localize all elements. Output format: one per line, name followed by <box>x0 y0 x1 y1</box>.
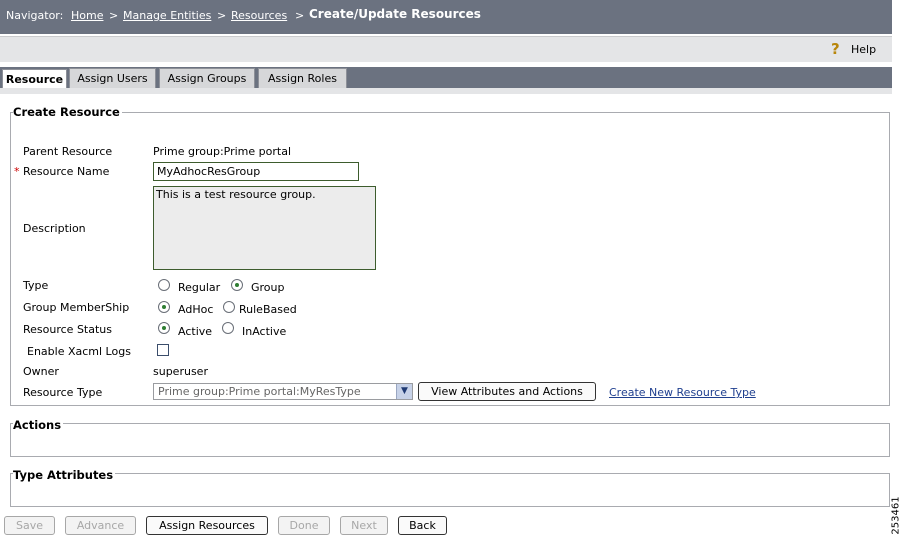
actions-panel <box>10 423 890 457</box>
enable-xacml-label: Enable Xacml Logs <box>27 345 131 358</box>
membership-adhoc-label: AdHoc <box>178 303 214 316</box>
type-label: Type <box>23 279 49 292</box>
status-active-label: Active <box>178 325 213 338</box>
done-button[interactable]: Done <box>278 516 330 535</box>
help-bar: ? Help <box>0 36 892 62</box>
breadcrumb-manage-entities[interactable]: Manage Entities <box>123 9 211 22</box>
create-resource-legend: Create Resource <box>13 105 122 119</box>
type-attributes-legend: Type Attributes <box>13 468 116 482</box>
type-regular-label: Regular <box>178 281 221 294</box>
parent-resource-label: Parent Resource <box>23 145 113 158</box>
tab-assign-groups[interactable]: Assign Groups <box>159 68 255 88</box>
type-group-label: Group <box>251 281 285 294</box>
type-attributes-panel <box>10 473 890 507</box>
next-button[interactable]: Next <box>340 516 388 535</box>
status-inactive-label: InActive <box>242 325 287 338</box>
assign-resources-button[interactable]: Assign Resources <box>146 516 268 535</box>
resource-name-input[interactable]: MyAdhocResGroup <box>153 162 359 181</box>
navigator-bar: Navigator: Home > Manage Entities > Reso… <box>0 0 892 34</box>
description-textarea[interactable]: This is a test resource group. <box>153 186 376 270</box>
type-regular-radio[interactable] <box>158 279 170 291</box>
tab-strip: Resource Assign Users Assign Groups Assi… <box>0 67 892 90</box>
tab-assign-roles[interactable]: Assign Roles <box>258 68 347 88</box>
status-active-radio[interactable] <box>158 322 170 334</box>
resource-type-label: Resource Type <box>23 386 103 399</box>
breadcrumb-resources[interactable]: Resources <box>231 9 287 22</box>
group-membership-label: Group MemberShip <box>23 301 130 314</box>
page-title: Create/Update Resources <box>309 7 481 21</box>
figure-id: 253461 <box>890 496 902 535</box>
breadcrumb-separator: > <box>295 9 305 22</box>
tab-underline <box>0 88 892 94</box>
help-link[interactable]: Help <box>851 43 876 56</box>
create-resource-panel <box>10 112 890 406</box>
resource-status-label: Resource Status <box>23 323 112 336</box>
navigator-prefix: Navigator: <box>6 9 64 22</box>
advance-button[interactable]: Advance <box>65 516 136 535</box>
resource-type-select[interactable]: Prime group:Prime portal:MyResType ▼ <box>153 383 413 400</box>
parent-resource-value: Prime group:Prime portal <box>153 145 291 158</box>
owner-value: superuser <box>153 365 208 378</box>
owner-label: Owner <box>23 365 59 378</box>
back-button[interactable]: Back <box>398 516 447 535</box>
chevron-down-icon[interactable]: ▼ <box>396 384 412 399</box>
help-question-icon[interactable]: ? <box>831 42 845 57</box>
save-button[interactable]: Save <box>4 516 55 535</box>
membership-rulebased-radio[interactable] <box>223 301 235 313</box>
breadcrumb-home[interactable]: Home <box>71 9 103 22</box>
description-label: Description <box>23 222 86 235</box>
create-resource-type-link[interactable]: Create New Resource Type <box>609 386 756 399</box>
breadcrumb-separator: > <box>217 9 227 22</box>
tab-assign-users[interactable]: Assign Users <box>69 68 156 88</box>
enable-xacml-checkbox[interactable] <box>157 344 169 356</box>
view-attributes-button[interactable]: View Attributes and Actions <box>418 382 596 401</box>
type-group-radio[interactable] <box>231 279 243 291</box>
actions-legend: Actions <box>13 418 64 432</box>
membership-adhoc-radio[interactable] <box>158 301 170 313</box>
membership-rulebased-label: RuleBased <box>239 303 297 316</box>
tab-resource[interactable]: Resource <box>2 69 67 90</box>
resource-name-label: Resource Name <box>23 165 110 178</box>
status-inactive-radio[interactable] <box>222 322 234 334</box>
resource-type-selected-value: Prime group:Prime portal:MyResType <box>158 385 361 398</box>
required-asterisk: * <box>14 165 20 178</box>
breadcrumb-separator: > <box>109 9 119 22</box>
